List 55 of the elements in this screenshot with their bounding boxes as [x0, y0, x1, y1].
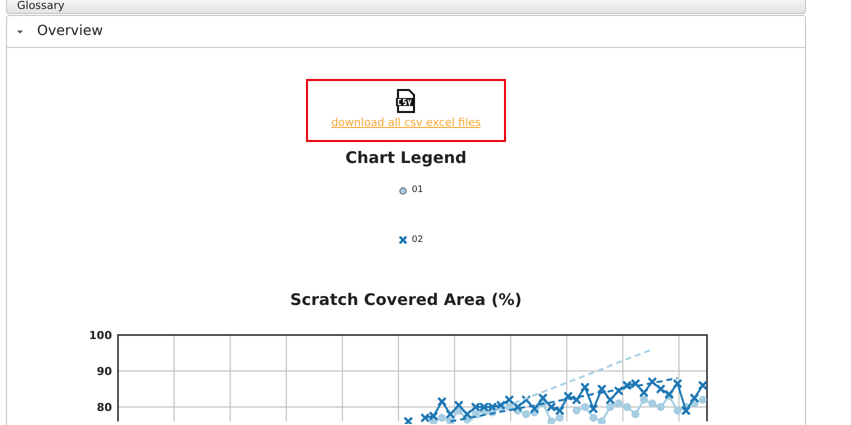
- cross-marker: [656, 384, 665, 394]
- cross-marker: [438, 397, 446, 406]
- cross-marker: [547, 402, 556, 412]
- cross-marker: [589, 404, 598, 413]
- cross-marker: [505, 396, 514, 404]
- cross-marker: [420, 414, 430, 422]
- circle-marker: [640, 396, 648, 404]
- cross-marker: [471, 402, 480, 412]
- legend-label: 01: [412, 184, 424, 197]
- cross-marker: [598, 384, 606, 394]
- cross-marker: [673, 379, 682, 388]
- circle-marker: [438, 414, 446, 422]
- circle-marker: [556, 414, 564, 422]
- accordion-header[interactable]: Glossary: [6, 0, 806, 14]
- cross-marker: [429, 412, 438, 420]
- cross-marker: [496, 401, 506, 410]
- cross-marker: [454, 401, 463, 410]
- y-tick-label: 100: [89, 329, 112, 342]
- circle-marker: [631, 410, 640, 418]
- cross-marker: [698, 381, 707, 390]
- cross-marker: [622, 381, 632, 390]
- cross-marker: [640, 388, 648, 397]
- chart-title: Scratch Covered Area (%): [289, 289, 523, 311]
- csv-file-icon: [396, 89, 416, 114]
- cross-marker: [648, 378, 656, 386]
- cross-marker: [530, 404, 539, 413]
- circle-marker: [674, 406, 682, 415]
- cross-marker: [690, 394, 699, 402]
- legend-label: 02: [412, 234, 424, 246]
- cross-marker: [606, 396, 614, 404]
- circle-marker: [522, 410, 530, 418]
- circle-marker: [472, 410, 480, 418]
- cross-marker: [564, 392, 572, 400]
- cross-marker: [572, 396, 581, 404]
- caret-icon: [17, 30, 23, 34]
- circle-marker: [648, 399, 656, 408]
- y-tick-label: 90: [96, 365, 112, 378]
- accordion-header[interactable]: Overview: [6, 15, 806, 48]
- circle-marker: [614, 399, 623, 408]
- legend-title: Chart Legend: [344, 147, 468, 169]
- cross-marker: [580, 383, 590, 392]
- y-tick-label: 80: [96, 401, 112, 414]
- cross-marker: [664, 390, 674, 399]
- circle-marker: [690, 399, 698, 408]
- circle-marker: [572, 406, 581, 415]
- cross-marker: [556, 406, 564, 415]
- circle-marker: [698, 396, 707, 404]
- circle-marker: [454, 406, 463, 415]
- cross-marker: [404, 417, 412, 424]
- circle-marker: [589, 414, 598, 422]
- circle-marker: [665, 392, 674, 400]
- cross-marker: [614, 386, 623, 395]
- cross-marker: [631, 379, 640, 388]
- cross-marker: [446, 410, 455, 418]
- cross-marker: [522, 396, 530, 404]
